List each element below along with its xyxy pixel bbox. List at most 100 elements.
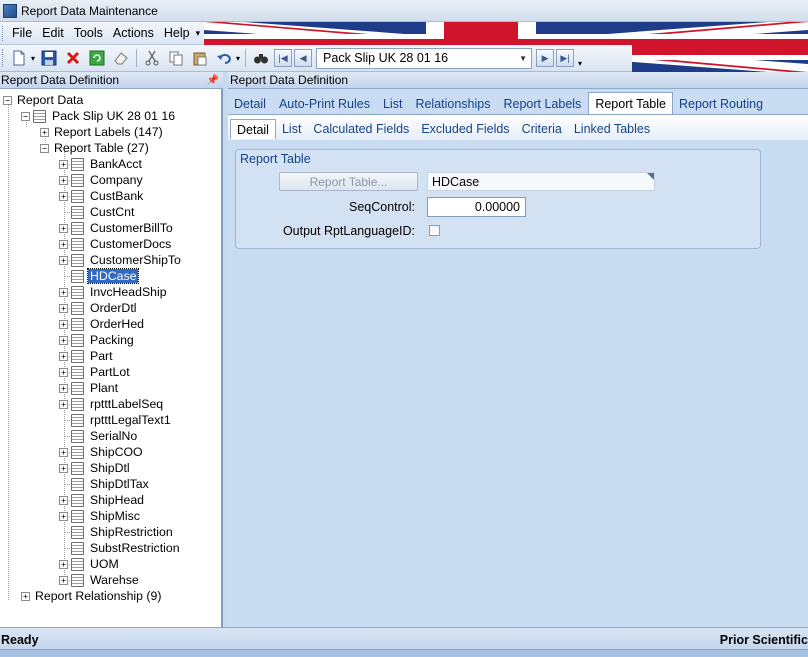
tree-node-table[interactable]: + CustBank: [59, 188, 145, 204]
expand-icon[interactable]: +: [59, 159, 68, 169]
expand-icon[interactable]: +: [59, 175, 68, 185]
expand-icon[interactable]: +: [59, 223, 68, 233]
menu-overflow-icon[interactable]: ▾: [196, 28, 201, 39]
save-icon[interactable]: [38, 47, 60, 69]
collapse-icon[interactable]: −: [21, 111, 30, 121]
expand-icon[interactable]: +: [59, 287, 68, 297]
new-dropdown-icon[interactable]: ▾: [31, 54, 35, 63]
new-icon[interactable]: [8, 47, 30, 69]
report-table-button[interactable]: Report Table...: [279, 172, 418, 191]
tree-node-table[interactable]: + Plant: [59, 380, 120, 396]
expand-icon[interactable]: +: [59, 399, 68, 409]
main-tab[interactable]: Detail: [228, 94, 273, 114]
refresh-icon[interactable]: [86, 47, 108, 69]
grip-handle[interactable]: [2, 25, 5, 41]
sub-tab[interactable]: Calculated Fields: [307, 119, 415, 139]
tree-node-table[interactable]: + ShipCOO: [59, 444, 145, 460]
tree-node-table[interactable]: + Warehse: [59, 572, 141, 588]
menu-actions[interactable]: Actions: [108, 26, 159, 40]
tree-node-table[interactable]: ShipRestriction: [59, 524, 175, 540]
tree-node-table[interactable]: + BankAcct: [59, 156, 144, 172]
sub-tab[interactable]: Criteria: [516, 119, 568, 139]
expand-icon[interactable]: +: [59, 559, 68, 569]
main-tab[interactable]: Report Routing: [673, 94, 770, 114]
tree-node-table[interactable]: CustCnt: [59, 204, 136, 220]
tree-node-report-table[interactable]: − Report Table (27): [40, 140, 151, 156]
expand-icon[interactable]: +: [59, 367, 68, 377]
tree-node-table[interactable]: + ShipDtl: [59, 460, 132, 476]
main-tab[interactable]: List: [377, 94, 409, 114]
tree-node-table[interactable]: + Company: [59, 172, 145, 188]
tree-node-table[interactable]: + OrderDtl: [59, 300, 138, 316]
tree-node-table[interactable]: + UOM: [59, 556, 121, 572]
tree-node-report[interactable]: − Pack Slip UK 28 01 16: [21, 108, 177, 124]
expand-icon[interactable]: +: [40, 127, 49, 137]
clear-icon[interactable]: [110, 47, 132, 69]
expand-icon[interactable]: +: [59, 495, 68, 505]
tree-node-table[interactable]: + PartLot: [59, 364, 132, 380]
sub-tab[interactable]: Detail: [230, 119, 276, 139]
cut-icon[interactable]: [141, 47, 163, 69]
menu-edit[interactable]: Edit: [37, 26, 69, 40]
previous-record-button[interactable]: ◀: [294, 49, 313, 67]
paste-icon[interactable]: [189, 47, 211, 69]
collapse-icon[interactable]: −: [40, 143, 49, 153]
expand-icon[interactable]: +: [59, 511, 68, 521]
last-record-button[interactable]: ▶|: [556, 49, 575, 67]
tree-node-table[interactable]: + ShipHead: [59, 492, 146, 508]
expand-icon[interactable]: +: [59, 255, 68, 265]
tree-node-table[interactable]: + CustomerDocs: [59, 236, 173, 252]
tree-node-table[interactable]: ShipDtlTax: [59, 476, 151, 492]
tree-node-table[interactable]: + ShipMisc: [59, 508, 142, 524]
expand-icon[interactable]: +: [59, 575, 68, 585]
menu-help[interactable]: Help: [159, 26, 195, 40]
menu-file[interactable]: File: [7, 26, 37, 40]
toolbar-overflow-icon[interactable]: ▾: [578, 59, 582, 68]
tree-node-table[interactable]: + rptttLabelSeq: [59, 396, 165, 412]
tree-node-report-data[interactable]: − Report Data: [3, 92, 85, 108]
pin-icon[interactable]: 📌: [207, 75, 219, 86]
expand-icon[interactable]: +: [59, 335, 68, 345]
toolbar-grip[interactable]: [2, 49, 5, 67]
report-table-field[interactable]: HDCase: [427, 172, 655, 191]
sub-tab[interactable]: List: [276, 119, 307, 139]
delete-icon[interactable]: [62, 47, 84, 69]
main-tab[interactable]: Report Table: [588, 92, 673, 114]
tree-node-table[interactable]: + Packing: [59, 332, 136, 348]
tree-node-table[interactable]: HDCase: [59, 268, 140, 284]
tree-node-table[interactable]: rptttLegalText1: [59, 412, 173, 428]
tree-node-table[interactable]: + InvcHeadShip: [59, 284, 169, 300]
main-tab[interactable]: Auto-Print Rules: [273, 94, 377, 114]
tree-node-table[interactable]: SubstRestriction: [59, 540, 182, 556]
expand-icon[interactable]: +: [59, 191, 68, 201]
sub-tab[interactable]: Excluded Fields: [415, 119, 515, 139]
record-combo[interactable]: Pack Slip UK 28 01 16 ▼: [316, 47, 533, 69]
expand-icon[interactable]: +: [59, 303, 68, 313]
chevron-down-icon[interactable]: ▼: [519, 54, 527, 63]
find-icon[interactable]: [250, 47, 272, 69]
tree-node-report-labels[interactable]: + Report Labels (147): [40, 124, 165, 140]
main-tab[interactable]: Relationships: [409, 94, 497, 114]
expand-icon[interactable]: +: [59, 319, 68, 329]
tree-node-table[interactable]: SerialNo: [59, 428, 139, 444]
first-record-button[interactable]: |◀: [274, 49, 293, 67]
next-record-button[interactable]: ▶: [536, 49, 555, 67]
expand-icon[interactable]: +: [59, 447, 68, 457]
output-language-checkbox[interactable]: [429, 225, 440, 236]
undo-dropdown-icon[interactable]: ▾: [236, 54, 240, 63]
tree-node-table[interactable]: + CustomerBillTo: [59, 220, 175, 236]
expand-icon[interactable]: +: [59, 239, 68, 249]
tree-node-table[interactable]: + OrderHed: [59, 316, 146, 332]
copy-icon[interactable]: [165, 47, 187, 69]
tree-node-table[interactable]: + CustomerShipTo: [59, 252, 183, 268]
tree-node-report-relationship[interactable]: + Report Relationship (9): [21, 588, 163, 604]
expand-icon[interactable]: +: [59, 351, 68, 361]
undo-icon[interactable]: [213, 47, 235, 69]
seqcontrol-field[interactable]: 0.00000: [427, 197, 526, 217]
expand-icon[interactable]: +: [59, 383, 68, 393]
menu-tools[interactable]: Tools: [69, 26, 108, 40]
tree-node-table[interactable]: + Part: [59, 348, 115, 364]
expand-icon[interactable]: +: [59, 463, 68, 473]
sub-tab[interactable]: Linked Tables: [568, 119, 656, 139]
main-tab[interactable]: Report Labels: [497, 94, 588, 114]
